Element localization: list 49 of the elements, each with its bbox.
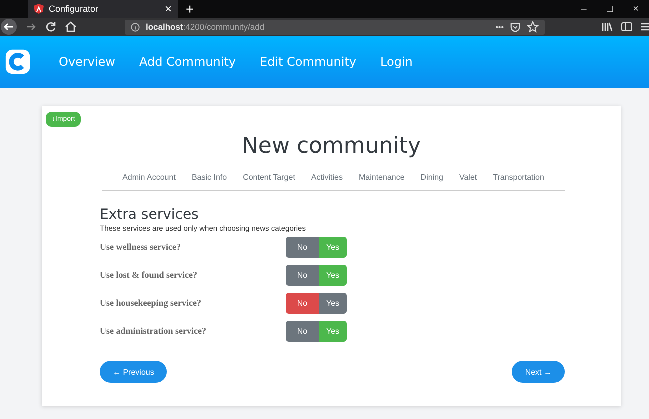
step-tab[interactable]: Content Target <box>243 173 296 182</box>
nav-link[interactable]: Login <box>380 55 413 69</box>
close-tab-button[interactable]: × <box>164 2 172 16</box>
pocket-icon[interactable] <box>510 22 521 32</box>
window-control-button[interactable]: – <box>571 4 597 14</box>
service-label: Use housekeeping service? <box>100 298 202 308</box>
page-actions-button[interactable]: ••• <box>496 22 504 32</box>
nav-link[interactable]: Overview <box>59 55 116 69</box>
step-tab[interactable]: Dining <box>420 173 444 182</box>
no-option[interactable]: No <box>286 292 319 314</box>
yes-option[interactable]: Yes <box>319 320 347 342</box>
reload-icon[interactable] <box>45 21 57 33</box>
browser-tab[interactable]: Configurator × <box>28 0 178 18</box>
no-option[interactable]: No <box>286 320 319 342</box>
forward-icon[interactable] <box>25 21 37 33</box>
previous-button[interactable]: ← Previous <box>100 361 168 383</box>
new-tab-button[interactable]: + <box>186 1 194 17</box>
step-tab[interactable]: Maintenance <box>358 173 405 182</box>
page-title: New community <box>240 134 422 159</box>
angular-logo-icon <box>34 4 44 14</box>
no-option[interactable]: No <box>286 264 319 286</box>
tab-title: Configurator <box>49 4 100 14</box>
window-control-button[interactable]: □ <box>597 4 623 14</box>
section-heading: Extra services <box>100 207 200 223</box>
home-icon[interactable] <box>65 21 77 33</box>
step-tab[interactable]: Transportation <box>493 173 544 182</box>
service-label: Use lost & found service? <box>100 270 198 280</box>
app-logo-icon[interactable] <box>5 49 31 75</box>
step-tab[interactable]: Valet <box>459 173 478 182</box>
no-option[interactable]: No <box>286 236 319 258</box>
step-tab[interactable]: Activities <box>311 173 343 182</box>
star-icon[interactable] <box>527 21 539 33</box>
nav-link[interactable]: Add Community <box>140 55 236 69</box>
yes-option[interactable]: Yes <box>319 264 347 286</box>
next-button[interactable]: Next → <box>512 361 565 383</box>
address-bar[interactable]: localhost:4200/community/add ••• <box>125 20 545 34</box>
window-control-button[interactable]: × <box>623 4 649 14</box>
sidebar-icon[interactable] <box>621 21 633 33</box>
service-label: Use administration service? <box>100 326 208 336</box>
info-icon <box>131 22 140 32</box>
step-tab[interactable]: Admin Account <box>122 173 176 182</box>
back-icon[interactable] <box>1 19 17 35</box>
nav-link[interactable]: Edit Community <box>260 55 357 69</box>
service-label: Use wellness service? <box>100 242 182 252</box>
yes-option[interactable]: Yes <box>319 292 347 314</box>
step-tab[interactable]: Basic Info <box>192 173 228 182</box>
yes-option[interactable]: Yes <box>319 236 347 258</box>
library-icon[interactable] <box>601 21 613 33</box>
menu-icon[interactable] <box>641 21 649 33</box>
